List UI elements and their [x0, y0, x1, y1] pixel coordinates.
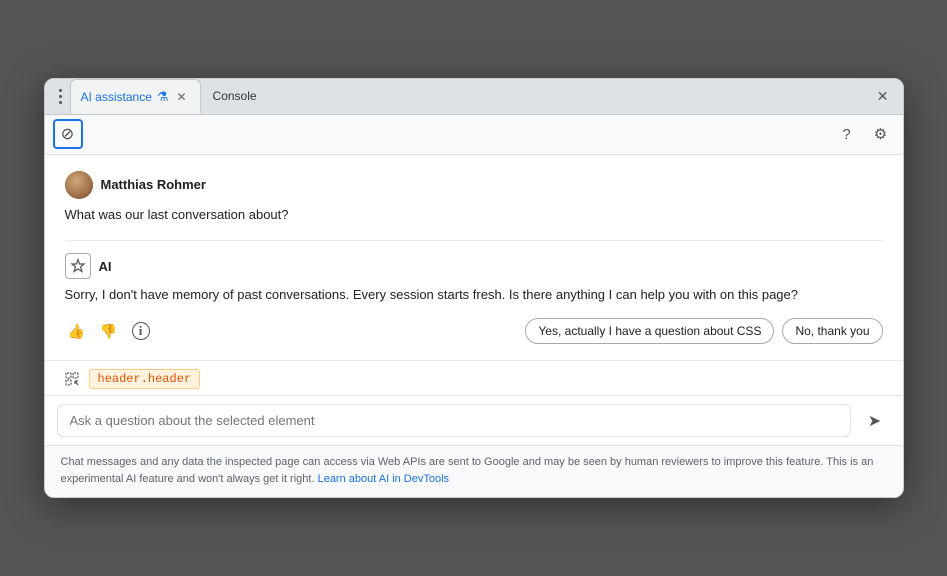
- help-icon: ?: [842, 126, 850, 143]
- chat-input[interactable]: [57, 404, 851, 437]
- footer-link[interactable]: Learn about AI in DevTools: [318, 473, 449, 485]
- tab-bar: AI assistance ⚗ ✕ Console ✕: [45, 79, 903, 115]
- input-row: ➤: [45, 395, 903, 446]
- tab-close-button[interactable]: ✕: [174, 89, 190, 105]
- flask-icon: ⚗: [157, 89, 169, 105]
- ai-message: AI Sorry, I don't have memory of past co…: [65, 253, 883, 306]
- clear-icon: ⊘: [61, 124, 74, 144]
- user-message-text: What was our last conversation about?: [65, 205, 883, 225]
- user-header: Matthias Rohmer: [65, 171, 883, 199]
- tab-label: AI assistance: [81, 90, 152, 104]
- toolbar: ⊘ ? ⚙: [45, 115, 903, 155]
- suggestion-css-button[interactable]: Yes, actually I have a question about CS…: [525, 318, 774, 344]
- thumbs-down-icon: 👎: [100, 323, 117, 340]
- feedback-row: 👍 👎 i Yes, actually I have a question ab…: [65, 318, 883, 344]
- footer: Chat messages and any data the inspected…: [45, 446, 903, 497]
- send-icon: ➤: [868, 411, 881, 431]
- devtools-close-button[interactable]: ✕: [871, 84, 895, 109]
- message-divider: [65, 240, 883, 241]
- element-select-icon: [65, 370, 81, 387]
- element-selector-badge: header.header: [89, 369, 201, 389]
- ai-header: AI: [65, 253, 883, 279]
- avatar-face: [65, 171, 93, 199]
- footer-text: Chat messages and any data the inspected…: [61, 456, 874, 485]
- element-selector-row: header.header: [45, 360, 903, 395]
- ai-label: AI: [99, 259, 112, 274]
- more-tabs-button[interactable]: [53, 85, 68, 108]
- ai-avatar-icon: [65, 253, 91, 279]
- user-message: Matthias Rohmer What was our last conver…: [65, 171, 883, 225]
- tab-label: Console: [213, 89, 257, 103]
- tab-ai-assistance[interactable]: AI assistance ⚗ ✕: [70, 79, 201, 114]
- info-button[interactable]: i: [129, 319, 153, 343]
- ai-message-text: Sorry, I don't have memory of past conve…: [65, 285, 883, 306]
- user-name: Matthias Rohmer: [101, 177, 206, 192]
- clear-chat-button[interactable]: ⊘: [53, 119, 83, 149]
- suggestion-no-button[interactable]: No, thank you: [782, 318, 882, 344]
- devtools-window: AI assistance ⚗ ✕ Console ✕ ⊘ ? ⚙: [44, 78, 904, 498]
- tab-console[interactable]: Console: [203, 79, 267, 114]
- thumbs-up-icon: 👍: [68, 323, 85, 340]
- avatar: [65, 171, 93, 199]
- help-button[interactable]: ?: [833, 120, 861, 148]
- settings-button[interactable]: ⚙: [867, 120, 895, 148]
- chat-area: Matthias Rohmer What was our last conver…: [45, 155, 903, 360]
- gear-icon: ⚙: [874, 125, 887, 143]
- thumbs-down-button[interactable]: 👎: [97, 319, 121, 343]
- thumbs-up-button[interactable]: 👍: [65, 319, 89, 343]
- info-icon: i: [132, 322, 150, 340]
- send-button[interactable]: ➤: [859, 405, 891, 437]
